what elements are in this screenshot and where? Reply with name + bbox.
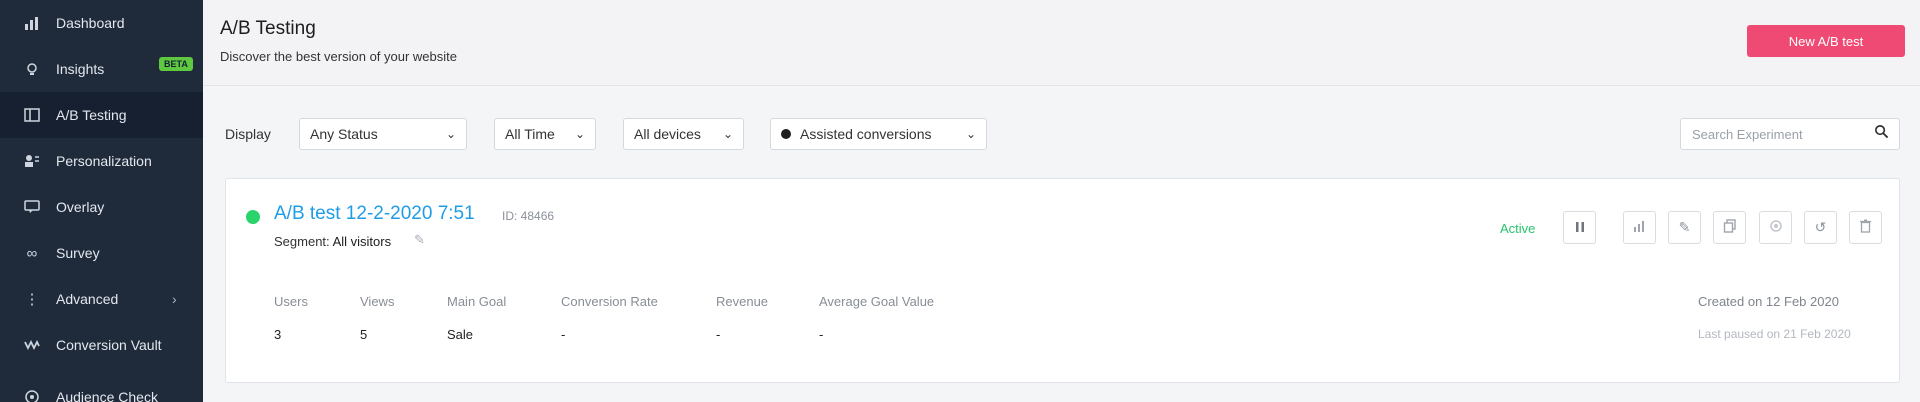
time-select-value: All Time [505,126,555,142]
beta-badge: BETA [159,57,193,71]
devices-select[interactable]: All devices ⌄ [623,118,744,150]
infinity-icon: ∞ [26,244,38,262]
metric-select[interactable]: Assisted conversions ⌄ [770,118,987,150]
sidebar-item-personalization[interactable]: Personalization [0,138,203,184]
search-experiment-input[interactable] [1680,118,1900,150]
chevron-right-icon: › [172,291,177,307]
sidebar-item-insights[interactable]: Insights BETA [0,46,203,92]
devices-select-value: All devices [634,126,701,142]
sidebar-item-dashboard[interactable]: Dashboard [0,0,203,46]
status-select[interactable]: Any Status ⌄ [299,118,467,150]
status-dot [246,210,260,224]
duplicate-button[interactable] [1713,211,1746,244]
page-header: A/B Testing Discover the best version of… [203,0,1920,86]
new-ab-test-button[interactable]: New A/B test [1747,25,1905,57]
metric-value-conversion-rate: - [561,327,566,342]
metric-value-revenue: - [716,327,721,342]
experiment-name-link[interactable]: A/B test 12-2-2020 7:51 [274,203,475,225]
metric-dot-icon [781,129,791,139]
metric-header-revenue: Revenue [716,294,769,309]
settings-gear-icon [1769,219,1783,236]
page-subtitle: Discover the best version of your websit… [220,49,457,64]
duplicate-icon [1723,219,1737,236]
sidebar-item-label: Personalization [56,153,152,169]
display-label: Display [225,126,271,142]
target-icon [22,387,42,402]
trash-icon [1859,219,1872,236]
sidebar-item-label: Advanced [56,291,119,307]
chevron-down-icon: ⌄ [574,127,585,141]
metric-header-views: Views [360,294,395,309]
segment-info: Segment: All visitors [274,234,391,249]
sidebar-item-survey[interactable]: ∞ Survey [0,230,203,276]
metric-select-value: Assisted conversions [800,126,932,142]
zigzag-icon [22,335,42,355]
metric-header-conversion-rate: Conversion Rate [561,294,658,309]
settings-button[interactable] [1759,211,1792,244]
created-date: Created on 12 Feb 2020 [1698,294,1839,309]
last-paused-date: Last paused on 21 Feb 2020 [1698,327,1851,341]
chevron-down-icon: ⌄ [965,127,976,141]
user-settings-icon [22,151,42,171]
sidebar-item-advanced[interactable]: ⋮ Advanced › [0,276,203,322]
metric-header-main-goal: Main Goal [447,294,507,309]
segment-value: All visitors [332,234,392,249]
sidebar-item-label: Conversion Vault [56,337,162,353]
report-chart-icon [1633,219,1647,236]
experiment-id: ID: 48466 [502,209,555,223]
reset-icon: ↺ [1814,219,1827,235]
vertical-dots-icon: ⋮ [24,291,40,308]
pause-button[interactable] [1563,211,1596,244]
report-button[interactable] [1623,211,1656,244]
speech-bubble-icon [22,197,42,217]
split-layout-icon [22,105,42,125]
status-select-value: Any Status [310,126,378,142]
sidebar-item-label: Insights [56,61,105,77]
lightbulb-icon [22,59,42,79]
sidebar-item-ab-testing[interactable]: A/B Testing [0,92,203,138]
sidebar-item-label: Dashboard [56,15,125,31]
delete-button[interactable] [1849,211,1882,244]
experiment-card: A/B test 12-2-2020 7:51 ID: 48466 Segmen… [225,178,1900,383]
sidebar-item-conversion-vault[interactable]: Conversion Vault [0,322,203,368]
status-label: Active [1500,221,1536,236]
segment-label: Segment: [274,234,330,249]
page-title: A/B Testing [220,18,316,39]
edit-segment-icon[interactable]: ✎ [414,232,425,248]
bar-chart-icon [22,13,42,33]
sidebar-item-label: Survey [56,245,100,261]
pause-icon [1574,220,1586,236]
reset-button[interactable]: ↺ [1804,211,1837,244]
edit-button[interactable]: ✎ [1668,211,1701,244]
sidebar: Dashboard Insights BETA A/B Testing Pers… [0,0,203,402]
sidebar-item-label: Audience Check [56,389,158,402]
metric-value-users: 3 [274,327,282,342]
metric-header-average-goal-value: Average Goal Value [819,294,935,309]
sidebar-item-overlay[interactable]: Overlay [0,184,203,230]
sidebar-item-label: A/B Testing [56,107,127,123]
search-icon[interactable] [1874,124,1889,143]
chevron-down-icon: ⌄ [722,127,733,141]
time-select[interactable]: All Time ⌄ [494,118,596,150]
sidebar-item-label: Overlay [56,199,105,215]
chevron-down-icon: ⌄ [445,127,456,141]
sidebar-item-audience-check[interactable]: Audience Check [0,374,203,402]
metric-value-views: 5 [360,327,368,342]
metric-header-users: Users [274,294,308,309]
metric-value-average-goal-value: - [819,327,824,342]
metric-value-main-goal: Sale [447,327,474,342]
edit-pencil-icon: ✎ [1678,219,1691,235]
